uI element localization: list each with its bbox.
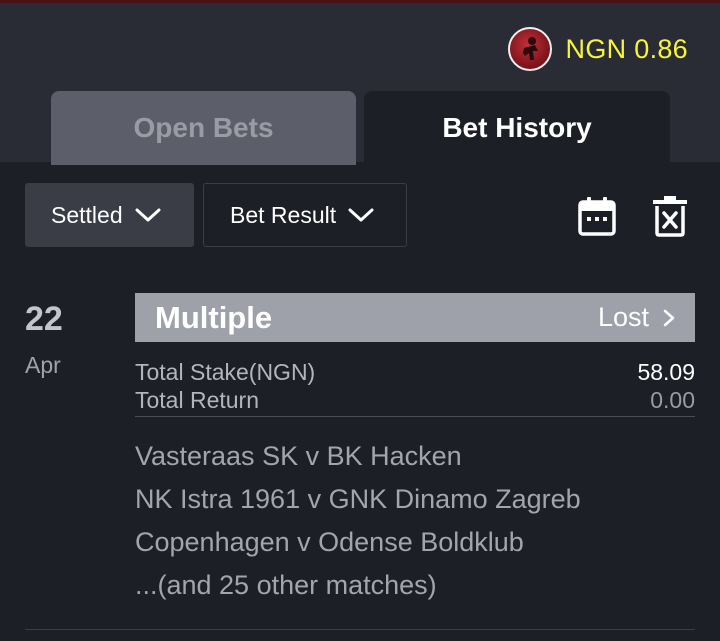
bet-status[interactable]: Lost bbox=[598, 302, 675, 333]
bet-status-label: Lost bbox=[597, 302, 649, 332]
list-item: NK Istra 1961 v GNK Dinamo Zagreb bbox=[135, 484, 581, 514]
bet-summary: Total Stake(NGN) 58.09 Total Return 0.00 bbox=[135, 358, 695, 414]
balance-amount: NGN 0.86 bbox=[565, 33, 688, 64]
bet-result-dropdown[interactable]: Bet Result bbox=[203, 183, 407, 247]
match-list[interactable]: Vasteraas SK v BK Hacken NK Istra 1961 v… bbox=[135, 436, 581, 608]
chevron-right-icon bbox=[663, 309, 675, 326]
avatar[interactable] bbox=[507, 27, 552, 71]
filter-bar: Settled Bet Result bbox=[25, 183, 407, 247]
bet-header[interactable]: Multiple Lost bbox=[135, 293, 695, 342]
total-return-value: 0.00 bbox=[650, 387, 695, 413]
settled-dropdown-label: Settled bbox=[51, 201, 123, 228]
bet-date-month: Apr bbox=[25, 352, 61, 378]
calendar-icon[interactable] bbox=[577, 195, 617, 237]
divider bbox=[135, 416, 695, 417]
bet-tabs: Open Bets Bet History bbox=[51, 91, 670, 165]
list-item: Copenhagen v Odense Boldklub bbox=[135, 527, 524, 557]
bet-date-day: 22 bbox=[25, 300, 63, 338]
bet-type: Multiple bbox=[155, 299, 273, 335]
settled-dropdown[interactable]: Settled bbox=[25, 183, 194, 247]
total-stake-row: Total Stake(NGN) 58.09 bbox=[135, 358, 695, 386]
trash-icon[interactable] bbox=[651, 195, 689, 237]
divider bbox=[25, 629, 695, 630]
user-avatar-icon bbox=[522, 37, 538, 60]
total-return-label: Total Return bbox=[135, 387, 260, 413]
tab-open-bets[interactable]: Open Bets bbox=[51, 91, 356, 165]
more-matches: ...(and 25 other matches) bbox=[135, 570, 437, 600]
account-balance[interactable]: NGN 0.86 bbox=[507, 27, 688, 71]
tab-bet-history[interactable]: Bet History bbox=[364, 91, 670, 165]
chevron-down-icon bbox=[135, 208, 161, 222]
total-stake-value: 58.09 bbox=[637, 359, 695, 385]
total-return-row: Total Return 0.00 bbox=[135, 386, 695, 414]
header: NGN 0.86 Open Bets Bet History bbox=[0, 3, 720, 165]
chevron-down-icon bbox=[348, 208, 374, 222]
total-stake-label: Total Stake(NGN) bbox=[135, 359, 316, 385]
list-item: Vasteraas SK v BK Hacken bbox=[135, 441, 462, 471]
bet-result-dropdown-label: Bet Result bbox=[230, 201, 337, 228]
